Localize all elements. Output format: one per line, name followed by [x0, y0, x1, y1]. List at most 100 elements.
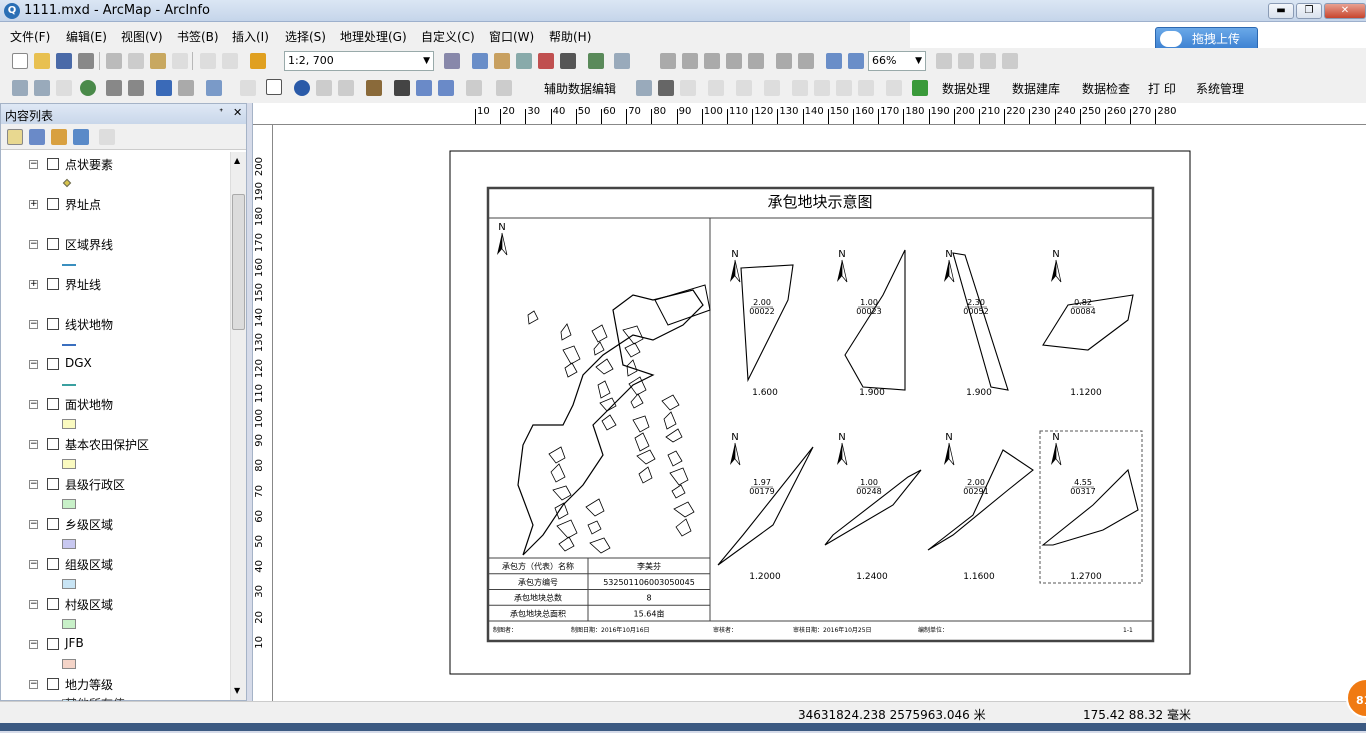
time-slider-icon[interactable]	[466, 80, 482, 96]
focus-data-frame-icon[interactable]	[958, 53, 974, 69]
fixed-zoom-in-icon[interactable]	[776, 53, 792, 69]
layer-visibility-checkbox[interactable]	[47, 198, 59, 210]
collapse-icon[interactable]: −	[29, 240, 38, 249]
point-symbol[interactable]	[62, 178, 72, 188]
sketch-icon[interactable]	[680, 80, 696, 96]
python-window-icon[interactable]	[560, 53, 576, 69]
collapse-icon[interactable]: −	[29, 360, 38, 369]
whats-this-icon[interactable]	[614, 53, 630, 69]
buffer-icon[interactable]	[858, 80, 874, 96]
fixed-zoom-in-map-icon[interactable]	[106, 80, 122, 96]
identify-icon[interactable]	[294, 80, 310, 96]
layout-pan-icon[interactable]	[704, 53, 720, 69]
print-icon[interactable]	[78, 53, 94, 69]
hyperlink-icon[interactable]	[316, 80, 332, 96]
clear-selection-icon[interactable]	[240, 80, 256, 96]
list-by-selection-icon[interactable]	[73, 129, 89, 145]
layout-zoom-in-icon[interactable]	[660, 53, 676, 69]
list-by-drawing-order-icon[interactable]	[7, 129, 23, 145]
data-driven-pages-icon[interactable]	[1002, 53, 1018, 69]
minimize-button[interactable]: ▬	[1268, 3, 1294, 19]
layer-name[interactable]: 组级区域	[65, 556, 113, 573]
menu-selection[interactable]: 选择(S)	[285, 28, 326, 45]
union-icon[interactable]	[814, 80, 830, 96]
clip-icon[interactable]	[836, 80, 852, 96]
copy-icon[interactable]	[128, 53, 144, 69]
layer-name[interactable]: 区域界线	[65, 236, 113, 253]
collapse-icon[interactable]: −	[29, 640, 38, 649]
zoom-out-icon[interactable]	[34, 80, 50, 96]
line-symbol[interactable]	[62, 384, 76, 386]
go-forward-icon[interactable]	[178, 80, 194, 96]
scroll-thumb[interactable]	[232, 194, 245, 330]
layer-visibility-checkbox[interactable]	[47, 398, 59, 410]
data-process-menu[interactable]: 数据处理	[942, 80, 990, 97]
redo-icon[interactable]	[222, 53, 238, 69]
layer-visibility-checkbox[interactable]	[47, 518, 59, 530]
play-icon[interactable]	[708, 80, 724, 96]
collapse-icon[interactable]: −	[29, 600, 38, 609]
menu-insert[interactable]: 插入(I)	[232, 28, 269, 45]
go-back-icon[interactable]	[156, 80, 172, 96]
layer-visibility-checkbox[interactable]	[47, 678, 59, 690]
layer-visibility-checkbox[interactable]	[47, 558, 59, 570]
menu-bookmarks[interactable]: 书签(B)	[177, 28, 219, 45]
create-viewer-icon[interactable]	[496, 80, 512, 96]
assist-edit-menu[interactable]: 辅助数据编辑	[544, 80, 616, 97]
collapse-icon[interactable]: −	[29, 560, 38, 569]
fill-symbol[interactable]	[62, 659, 76, 669]
layer-visibility-checkbox[interactable]	[47, 238, 59, 250]
sys-manage-menu[interactable]: 系统管理	[1196, 80, 1244, 97]
layout-zoom-out-icon[interactable]	[682, 53, 698, 69]
layout-zoom-select[interactable]: 66% ▼	[868, 51, 926, 71]
collapse-icon[interactable]: −	[29, 320, 38, 329]
split-icon[interactable]	[736, 80, 752, 96]
menu-window[interactable]: 窗口(W)	[489, 28, 534, 45]
open-folder-icon[interactable]	[34, 53, 50, 69]
layer-name[interactable]: 基本农田保护区	[65, 436, 149, 453]
menu-help[interactable]: 帮助(H)	[549, 28, 591, 45]
layout-page-canvas[interactable]: 承包地块示意图 N N2.00000221.600N1.00000231.900…	[273, 125, 1366, 701]
catalog-icon[interactable]	[494, 53, 510, 69]
layer-name[interactable]: DGX	[65, 356, 92, 370]
edit-tool-icon[interactable]	[658, 80, 674, 96]
layer-name[interactable]: 县级行政区	[65, 476, 125, 493]
search-window-icon[interactable]	[516, 53, 532, 69]
layer-visibility-checkbox[interactable]	[47, 278, 59, 290]
attributes-icon[interactable]	[886, 80, 902, 96]
measure-icon[interactable]	[366, 80, 382, 96]
paste-icon[interactable]	[150, 53, 166, 69]
menu-customize[interactable]: 自定义(C)	[421, 28, 475, 45]
fill-symbol[interactable]	[62, 539, 76, 549]
fill-symbol[interactable]	[62, 499, 76, 509]
collapse-icon[interactable]: −	[29, 440, 38, 449]
zoom-in-icon[interactable]	[12, 80, 28, 96]
save-icon[interactable]	[56, 53, 72, 69]
layer-name[interactable]: 线状地物	[65, 316, 113, 333]
select-features-icon[interactable]	[206, 80, 222, 96]
expand-icon[interactable]: +	[29, 280, 38, 289]
layer-name[interactable]: JFB	[65, 636, 84, 650]
pin-icon[interactable]: ᐩ	[219, 106, 223, 119]
layer-name[interactable]: 地力等级	[65, 676, 113, 693]
change-layout-icon[interactable]	[980, 53, 996, 69]
collapse-icon[interactable]: −	[29, 680, 38, 689]
scroll-up-icon[interactable]: ▲	[234, 156, 240, 165]
find-binoculars-icon[interactable]	[394, 80, 410, 96]
previous-extent-icon[interactable]	[826, 53, 842, 69]
layer-visibility-checkbox[interactable]	[47, 478, 59, 490]
select-elements-icon[interactable]	[266, 79, 282, 95]
arctoolbox-icon[interactable]	[538, 53, 554, 69]
zoom-whole-page-icon[interactable]	[726, 53, 742, 69]
scroll-down-icon[interactable]: ▼	[234, 686, 240, 695]
data-check-menu[interactable]: 数据检查	[1082, 80, 1130, 97]
collapse-icon[interactable]: −	[29, 480, 38, 489]
expand-icon[interactable]: +	[29, 200, 38, 209]
layer-visibility-checkbox[interactable]	[47, 158, 59, 170]
list-by-source-icon[interactable]	[29, 129, 45, 145]
layer-name[interactable]: 点状要素	[65, 156, 113, 173]
data-build-menu[interactable]: 数据建库	[1012, 80, 1060, 97]
layer-name[interactable]: 村级区域	[65, 596, 113, 613]
toc-scrollbar[interactable]: ▲ ▼	[230, 152, 246, 700]
fixed-zoom-out-map-icon[interactable]	[128, 80, 144, 96]
